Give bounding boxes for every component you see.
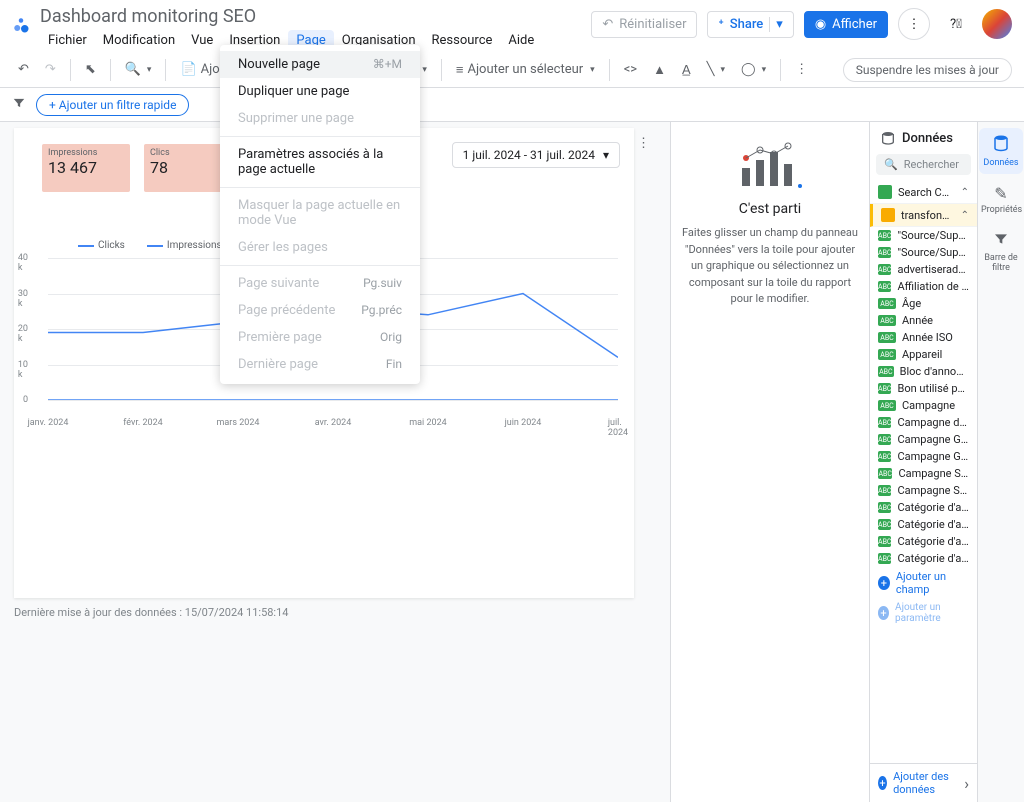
dimension-field[interactable]: ABC"Source/Support" ma...	[870, 227, 977, 244]
undo-icon[interactable]: ↶	[12, 58, 35, 81]
page-menu-item: Première pageOrig	[220, 324, 420, 351]
menu-ressource[interactable]: Ressource	[424, 30, 501, 51]
add-param-link[interactable]: +Ajouter un paramètre	[870, 599, 977, 627]
dimension-field[interactable]: ABCCampagne Google Ad...	[870, 448, 977, 465]
document-title[interactable]: Dashboard monitoring SEO	[40, 6, 583, 28]
help-body: Faites glisser un champ du panneau "Donn…	[681, 225, 859, 308]
dimension-field[interactable]: ABCCampagne SA360	[870, 465, 977, 482]
data-source-row[interactable]: Search Console htt...⌃	[870, 181, 977, 204]
data-panel: Données 🔍Rechercher Search Console htt..…	[870, 122, 978, 802]
app-header: Dashboard monitoring SEO FichierModifica…	[0, 0, 1024, 52]
menu-aide[interactable]: Aide	[500, 30, 542, 51]
data-search-input[interactable]: 🔍Rechercher	[876, 154, 971, 175]
dimension-field[interactable]: ABCÂge	[870, 295, 977, 312]
image-icon[interactable]: ▲	[647, 58, 672, 82]
dimension-field[interactable]: ABCCampagne Google Ads	[870, 431, 977, 448]
data-source-row[interactable]: transfonumerique...⌃	[870, 204, 977, 227]
dimension-field[interactable]: ABCCatégorie d'article 4	[870, 533, 977, 550]
pointer-icon[interactable]: ⬉	[79, 58, 102, 81]
dimension-field[interactable]: ABCBon utilisé pour com...	[870, 380, 977, 397]
user-avatar[interactable]	[982, 9, 1012, 39]
plus-icon: +	[878, 776, 887, 790]
more-options-icon[interactable]: ⋮	[898, 8, 930, 40]
last-update-text: Dernière mise à jour des données : 15/07…	[14, 606, 288, 619]
canvas-more-icon[interactable]: ⋮	[631, 136, 656, 151]
menu-modification[interactable]: Modification	[95, 30, 183, 51]
page-menu-item: Dernière pageFin	[220, 351, 420, 378]
page-menu-item[interactable]: Dupliquer une page	[220, 78, 420, 105]
right-rail: Données✎PropriétésBarre de filtre	[978, 122, 1024, 802]
reset-button[interactable]: ↶Réinitialiser	[591, 11, 697, 38]
view-button[interactable]: ◉Afficher	[804, 11, 888, 38]
suspend-updates-button[interactable]: Suspendre les mises à jour	[843, 58, 1012, 82]
help-title: C'est parti	[681, 201, 859, 217]
filter-icon[interactable]	[12, 96, 26, 114]
toolbar: ↶ ↷ ⬉ 🔍 📄Ajouter une page raphique ✦ ≡Aj…	[0, 52, 1024, 88]
legend-item: Clicks	[78, 240, 125, 251]
dimension-field[interactable]: ABCAppareil	[870, 346, 977, 363]
help-panel: C'est parti Faites glisser un champ du p…	[670, 122, 870, 802]
dimension-field[interactable]: ABCCatégorie d'article 3	[870, 516, 977, 533]
more-toolbar-icon[interactable]: ⋮	[789, 58, 814, 81]
page-menu-item: Masquer la page actuelle en mode Vue	[220, 192, 420, 234]
text-icon[interactable]: A̲	[676, 58, 697, 82]
rail-propriétés[interactable]: ✎Propriétés	[979, 178, 1023, 221]
date-range-control[interactable]: 1 juil. 2024 - 31 juil. 2024▾	[452, 142, 620, 168]
dimension-field[interactable]: ABCAnnée	[870, 312, 977, 329]
dimension-field[interactable]: ABCadvertiseradcostperc...	[870, 261, 977, 278]
looker-studio-logo	[12, 6, 32, 36]
page-menu-item[interactable]: Nouvelle page⌘+M	[220, 51, 420, 78]
dimension-field[interactable]: ABCCampagne SA360 de ...	[870, 482, 977, 499]
page-menu-item: Page suivantePg.suiv	[220, 270, 420, 297]
filter-bar: + Ajouter un filtre rapide	[0, 88, 1024, 122]
dimension-field[interactable]: ABCBloc d'annonces	[870, 363, 977, 380]
add-data-button[interactable]: + Ajouter des données ›	[870, 763, 977, 802]
zoom-icon[interactable]: 🔍	[119, 58, 158, 81]
menu-vue[interactable]: Vue	[183, 30, 221, 51]
page-menu-item: Page précédentePg.préc	[220, 297, 420, 324]
chart-illustration-icon	[730, 138, 810, 188]
dimension-field[interactable]: ABCAnnée ISO	[870, 329, 977, 346]
help-icon[interactable]: ?⃝	[940, 8, 972, 40]
rail-données[interactable]: Données	[979, 128, 1023, 174]
page-menu-dropdown: Nouvelle page⌘+MDupliquer une pageSuppri…	[220, 45, 420, 384]
dimension-field[interactable]: ABC"Source/Support" ma...	[870, 244, 977, 261]
expand-arrow-icon[interactable]: ›	[964, 774, 969, 793]
data-panel-title: Données	[870, 122, 977, 154]
dimension-field[interactable]: ABCCatégorie d'article 2	[870, 499, 977, 516]
menu-fichier[interactable]: Fichier	[40, 30, 95, 51]
legend-item: Impressions	[147, 240, 222, 251]
dimension-field[interactable]: ABCCampagne	[870, 397, 977, 414]
shape-icon[interactable]: ◯	[735, 58, 772, 81]
share-button[interactable]: ⁺Share▾	[707, 11, 793, 38]
page-menu-item: Gérer les pages	[220, 234, 420, 261]
page-menu-item: Supprimer une page	[220, 105, 420, 132]
line-icon[interactable]: ╲	[701, 58, 731, 81]
scorecard[interactable]: Impressions13 467	[42, 144, 130, 192]
add-field-link[interactable]: +Ajouter un champ	[870, 567, 977, 599]
dimension-field[interactable]: ABCAffiliation de l'article	[870, 278, 977, 295]
dimension-field[interactable]: ABCCampagne de la sess...	[870, 414, 977, 431]
redo-icon[interactable]: ↷	[39, 58, 62, 81]
scorecard[interactable]: Clics78	[144, 144, 232, 192]
dimension-field[interactable]: ABCCatégorie d'article 5	[870, 550, 977, 567]
embed-icon[interactable]: <>	[618, 58, 643, 81]
rail-barre de filtre[interactable]: Barre de filtre	[979, 225, 1023, 279]
add-selector-button[interactable]: ≡Ajouter un sélecteur	[450, 58, 601, 82]
page-menu-item[interactable]: Paramètres associés à la page actuelle	[220, 141, 420, 183]
add-quick-filter-button[interactable]: + Ajouter un filtre rapide	[36, 94, 189, 116]
